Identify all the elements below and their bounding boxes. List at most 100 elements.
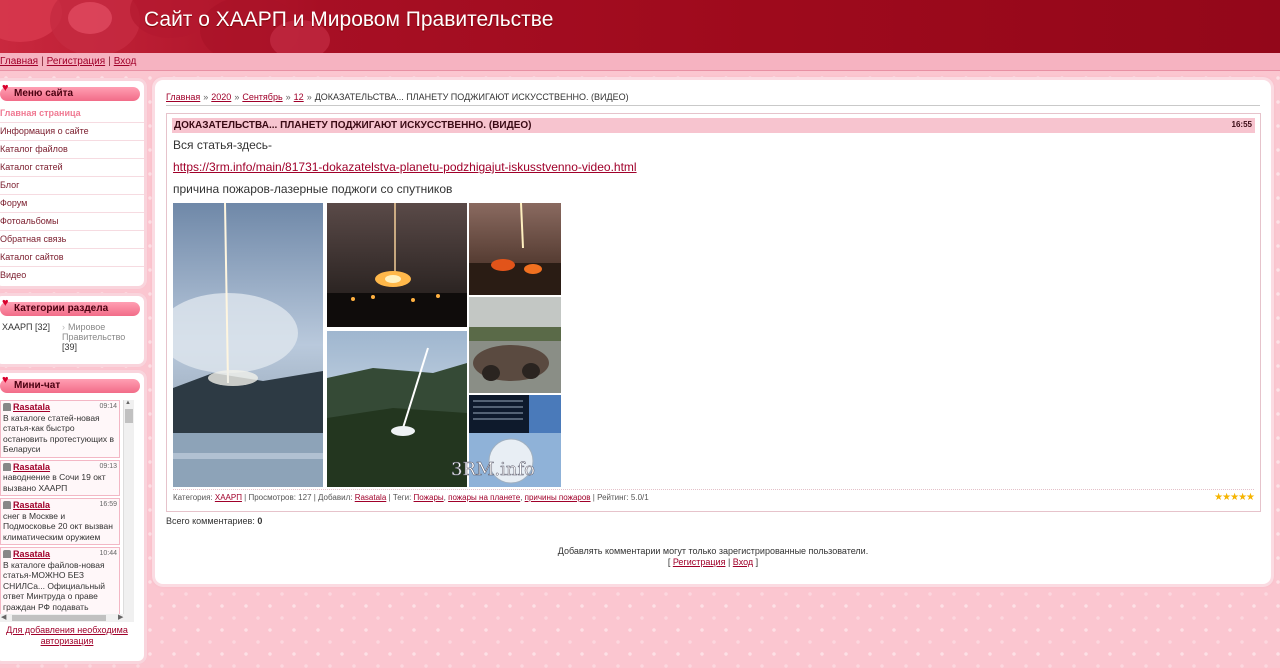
- breadcrumb-month[interactable]: Сентябрь: [242, 92, 282, 102]
- scroll-up-icon[interactable]: ▲: [125, 400, 131, 406]
- comments-total-label: Всего комментариев:: [166, 516, 255, 526]
- chat-message-list: Rasatala 09:14 В каталоге статей-новая ст…: [0, 400, 120, 614]
- chat-message: Rasatala 10:44 В каталоге файлов-новая ст…: [0, 547, 120, 614]
- user-icon: [3, 403, 11, 412]
- breadcrumb-separator: »: [285, 92, 291, 102]
- comment-login-text: Добавлять комментарии могут только зарег…: [557, 546, 869, 556]
- post-subtitle: причина пожаров-лазерные поджоги со спут…: [173, 182, 453, 196]
- category-name[interactable]: Мировое Правительство: [62, 322, 125, 342]
- breadcrumb-home[interactable]: Главная: [166, 92, 200, 102]
- menu-item-blog[interactable]: Блог: [0, 177, 144, 195]
- main-content: Главная» 2020» Сентябрь» 12» ДОКАЗАТЕЛЬСТВА.…: [155, 80, 1271, 584]
- chat-auth-link[interactable]: Для добавления необходима авторизация: [0, 625, 138, 647]
- post-entry: ДОКАЗАТЕЛЬСТВА... ПЛАНЕТУ ПОДЖИГАЮТ ИСКУ…: [166, 113, 1261, 512]
- scroll-thumb[interactable]: [125, 409, 133, 423]
- menu-item-home[interactable]: Главная страница: [0, 105, 144, 123]
- breadcrumb-separator: »: [203, 92, 209, 102]
- nav-login-link[interactable]: Вход: [114, 56, 137, 67]
- chat-user-name[interactable]: Rasatala: [13, 549, 50, 560]
- menu-item-about[interactable]: Информация о сайте: [0, 123, 144, 141]
- meta-tag-link[interactable]: пожары на планете: [448, 493, 520, 502]
- site-header: Сайт о ХААРП и Мировом Правительстве: [0, 0, 1280, 53]
- meta-category-link[interactable]: ХААРП: [215, 493, 242, 502]
- breadcrumb-day[interactable]: 12: [294, 92, 304, 102]
- chat-text: снег в Москве и Подмосковье 20 окт вызва…: [3, 510, 113, 542]
- chat-horizontal-scrollbar[interactable]: ◀ ▶: [0, 614, 134, 622]
- post-meta: Категория: ХААРП | Просмотров: 127 | Доб…: [173, 493, 649, 502]
- chat-time: 09:13: [99, 462, 117, 470]
- watermark-text: 3RM.info: [451, 459, 535, 480]
- post-title-bar: ДОКАЗАТЕЛЬСТВА... ПЛАНЕТУ ПОДЖИГАЮТ ИСКУ…: [172, 118, 1255, 133]
- mini-chat-title: Мини-чат: [14, 380, 61, 391]
- breadcrumb-year[interactable]: 2020: [211, 92, 231, 102]
- meta-tag-link[interactable]: Пожары: [414, 493, 444, 502]
- meta-views: Просмотров: 127: [248, 493, 312, 502]
- menu-item-video[interactable]: Видео: [0, 267, 144, 284]
- category-count: [32]: [35, 322, 51, 332]
- meta-tag-link[interactable]: причины пожаров: [525, 493, 591, 502]
- divider: [166, 105, 1260, 106]
- comments-total-count: 0: [257, 516, 263, 526]
- categories-row: ХААРП [32] › Мировое Правительство [39]: [0, 320, 144, 354]
- post-time: 16:55: [1231, 120, 1252, 129]
- category-item[interactable]: ХААРП [32]: [2, 322, 62, 352]
- post-image-collage[interactable]: 3RM.info: [173, 203, 561, 487]
- comments-total: Всего комментариев: 0: [166, 516, 262, 526]
- rating-stars[interactable]: ★★★★★: [1214, 492, 1255, 503]
- chat-user-link[interactable]: Rasatala: [3, 402, 50, 413]
- chat-user-name[interactable]: Rasatala: [13, 462, 50, 473]
- meta-added-label: Добавил:: [318, 493, 353, 502]
- user-icon: [3, 501, 11, 510]
- categories-header: ♥ Категории раздела: [0, 297, 140, 316]
- categories-block: ♥ Категории раздела ХААРП [32] › Мировое …: [0, 296, 144, 364]
- chat-vertical-scrollbar[interactable]: ▲: [123, 400, 134, 614]
- category-name[interactable]: ХААРП: [2, 322, 32, 332]
- site-menu-header: ♥ Меню сайта: [0, 82, 140, 101]
- heart-icon: ♥: [2, 82, 9, 94]
- comment-login-note: Добавлять комментарии могут только зарег…: [155, 546, 1271, 568]
- chat-user-name[interactable]: Rasatala: [13, 402, 50, 413]
- scroll-right-icon[interactable]: ▶: [118, 613, 123, 621]
- chat-message: Rasatala 09:13 наводнение в Сочи 19 окт в…: [0, 459, 120, 496]
- chat-user-link[interactable]: Rasatala: [3, 549, 50, 560]
- site-menu-block: ♥ Меню сайта Главная страница Информация…: [0, 81, 144, 286]
- menu-item-photos[interactable]: Фотоальбомы: [0, 213, 144, 231]
- photo-burning-field: [469, 203, 561, 295]
- chat-user-link[interactable]: Rasatala: [3, 500, 50, 511]
- comment-login-links: [ Регистрация | Вход ]: [667, 557, 759, 567]
- meta-rating: Рейтинг: 5.0/1: [597, 493, 649, 502]
- post-source-link[interactable]: https://3rm.info/main/81731-dokazatelstv…: [173, 160, 637, 174]
- menu-item-feedback[interactable]: Обратная связь: [0, 231, 144, 249]
- chat-message: Rasatala 16:59 снег в Москве и Подмосковь…: [0, 498, 120, 545]
- chat-user-link[interactable]: Rasatala: [3, 462, 50, 473]
- mini-chat-block: ♥ Мини-чат Rasatala 09:14 В каталоге стат…: [0, 373, 144, 661]
- menu-item-sites[interactable]: Каталог сайтов: [0, 249, 144, 267]
- chat-frame[interactable]: Rasatala 09:14 В каталоге статей-новая ст…: [0, 400, 134, 622]
- menu-item-files[interactable]: Каталог файлов: [0, 141, 144, 159]
- chat-text: В каталоге файлов-новая статья-МОЖНО БЕЗ…: [3, 559, 106, 612]
- chat-time: 16:59: [99, 501, 117, 508]
- photo-forest-laser: [327, 331, 467, 487]
- meta-tags-label: Теги:: [392, 493, 412, 502]
- category-count: [39]: [62, 342, 78, 352]
- user-icon: [3, 462, 11, 471]
- nav-home-link[interactable]: Главная: [0, 56, 38, 67]
- login-link[interactable]: Вход: [733, 557, 753, 567]
- arrow-right-icon: ›: [62, 322, 65, 332]
- scroll-left-icon[interactable]: ◀: [1, 613, 6, 621]
- heart-icon: ♥: [2, 297, 9, 309]
- chat-user-name[interactable]: Rasatala: [13, 500, 50, 511]
- photo-burned-car: [469, 297, 561, 393]
- scroll-thumb[interactable]: [12, 615, 106, 621]
- menu-item-articles[interactable]: Каталог статей: [0, 159, 144, 177]
- mini-chat-header: ♥ Мини-чат: [0, 374, 140, 393]
- nav-register-link[interactable]: Регистрация: [47, 56, 105, 67]
- site-menu-title: Меню сайта: [14, 88, 74, 99]
- meta-author-link[interactable]: Rasatala: [355, 493, 387, 502]
- menu-item-forum[interactable]: Форум: [0, 195, 144, 213]
- category-item[interactable]: › Мировое Правительство [39]: [62, 322, 138, 352]
- post-intro: Вся статья-здесь-: [173, 138, 273, 152]
- register-link[interactable]: Регистрация: [673, 557, 726, 567]
- photo-night-fire: [327, 203, 467, 327]
- breadcrumb-current: ДОКАЗАТЕЛЬСТВА... ПЛАНЕТУ ПОДЖИГАЮТ ИСКУ…: [314, 92, 629, 102]
